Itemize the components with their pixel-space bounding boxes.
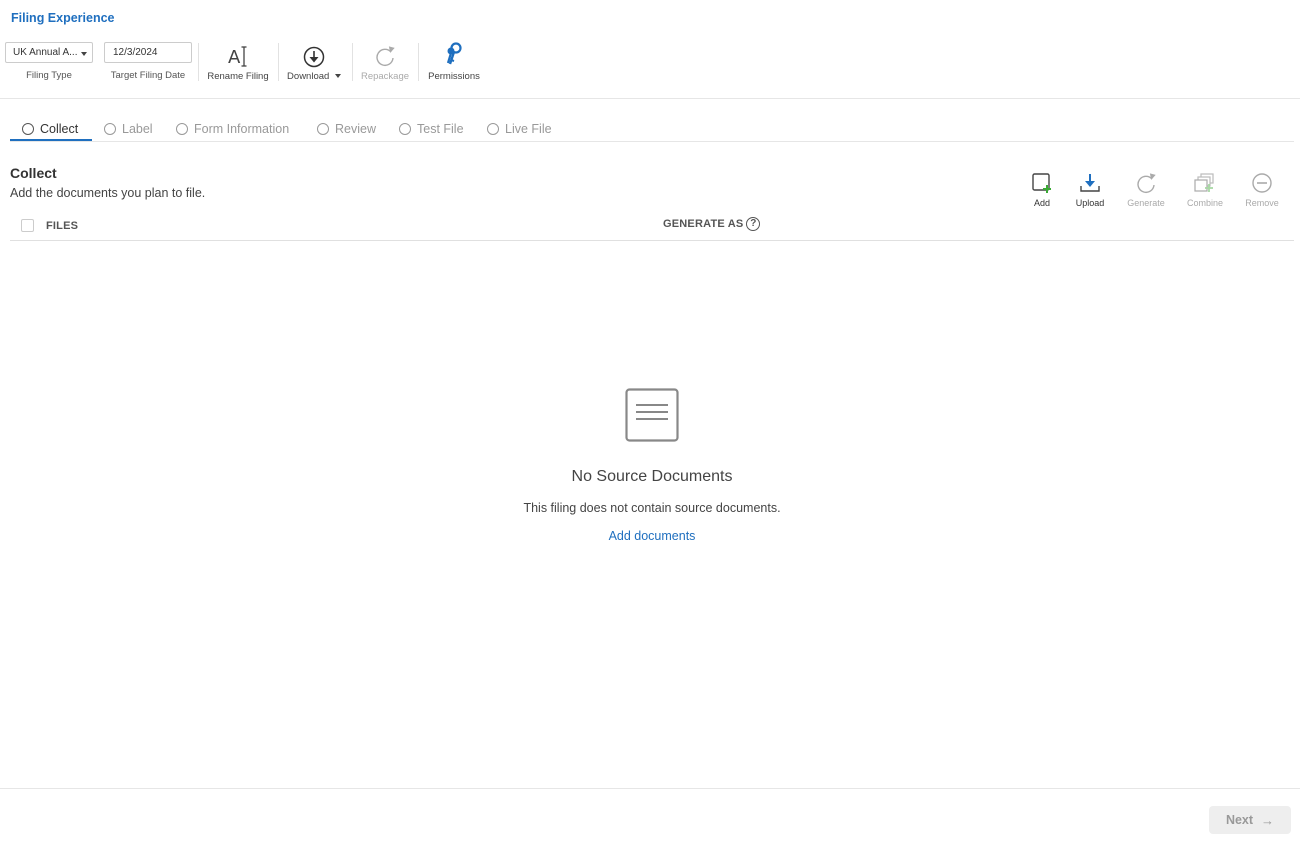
files-table-header: FILES GENERATE AS ? [10, 213, 1294, 241]
add-label: Add [1033, 198, 1050, 208]
section-description: Add the documents you plan to file. [10, 186, 206, 200]
toolbar-divider [418, 43, 419, 81]
tabs-divider [10, 141, 1294, 142]
empty-state: No Source Documents This filing does not… [452, 388, 852, 545]
permissions-label: Permissions [428, 71, 480, 82]
next-button[interactable]: Next → [1209, 806, 1291, 834]
add-button[interactable]: Add [1017, 170, 1067, 208]
target-date-value: 12/3/2024 [113, 47, 158, 58]
tab-live-file[interactable]: Live File [487, 122, 552, 136]
empty-state-description: This filing does not contain source docu… [523, 501, 781, 515]
radio-icon [22, 123, 34, 135]
remove-label: Remove [1245, 198, 1279, 208]
remove-circle-icon [1252, 173, 1272, 193]
radio-icon [176, 123, 188, 135]
repackage-label: Repackage [360, 71, 410, 82]
radio-icon [104, 123, 116, 135]
tab-label-label: Label [122, 122, 153, 136]
filing-type-caption: Filing Type [26, 70, 72, 81]
rename-filing-button[interactable]: A Rename Filing [207, 40, 269, 82]
tab-review-label: Review [335, 122, 376, 136]
add-document-icon [1032, 173, 1051, 193]
add-documents-link[interactable]: Add documents [609, 529, 696, 543]
section-title: Collect [10, 165, 57, 181]
target-date-group: 12/3/2024 Target Filing Date [104, 42, 192, 81]
chevron-down-icon [81, 52, 87, 56]
svg-text:A: A [228, 47, 241, 68]
rename-filing-label: Rename Filing [207, 71, 269, 82]
tab-form-information[interactable]: Form Information [176, 122, 289, 136]
tab-test-file-label: Test File [417, 122, 464, 136]
help-icon[interactable]: ? [746, 217, 761, 231]
radio-icon [317, 123, 329, 135]
toolbar-divider [278, 43, 279, 81]
upload-button[interactable]: Upload [1065, 170, 1115, 208]
rename-text-icon: A [228, 46, 247, 68]
tab-label[interactable]: Label [104, 122, 153, 136]
tab-test-file[interactable]: Test File [399, 122, 464, 136]
download-label: Download [287, 71, 330, 82]
filing-type-value: UK Annual A... [13, 47, 78, 58]
generate-label: Generate [1127, 198, 1165, 208]
download-circle-icon [303, 46, 325, 68]
filing-type-group: UK Annual A... Filing Type [5, 42, 93, 81]
upload-icon [1080, 174, 1100, 192]
header-divider [0, 98, 1300, 99]
footer-divider [0, 788, 1300, 789]
next-label: Next [1225, 813, 1254, 827]
generate-as-label: GENERATE AS [663, 218, 744, 230]
generate-as-column-header: GENERATE AS ? [663, 217, 761, 231]
tab-form-information-label: Form Information [194, 122, 290, 136]
radio-icon [399, 123, 411, 135]
chevron-down-icon [334, 74, 341, 79]
empty-state-title: No Source Documents [571, 468, 733, 485]
generate-button[interactable]: Generate [1121, 170, 1171, 208]
refresh-icon [1137, 173, 1156, 194]
target-date-input[interactable]: 12/3/2024 [104, 42, 192, 63]
radio-icon [487, 123, 499, 135]
toolbar-divider [198, 43, 199, 81]
toolbar: UK Annual A... Filing Type 12/3/2024 Tar… [0, 40, 1300, 90]
tab-collect[interactable]: Collect [22, 122, 78, 136]
refresh-icon [376, 46, 395, 67]
remove-button[interactable]: Remove [1237, 170, 1287, 208]
permissions-button[interactable]: Permissions [426, 40, 482, 82]
upload-label: Upload [1075, 198, 1105, 208]
download-button[interactable]: Download [284, 40, 344, 82]
filing-type-select[interactable]: UK Annual A... [5, 42, 93, 63]
tab-live-file-label: Live File [505, 122, 552, 136]
combine-documents-icon [1194, 173, 1214, 192]
tab-collect-label: Collect [40, 122, 79, 136]
document-icon [625, 388, 679, 442]
tab-review[interactable]: Review [317, 122, 376, 136]
combine-button[interactable]: Combine [1180, 170, 1230, 208]
combine-label: Combine [1186, 198, 1224, 208]
step-tabs: Collect Label Form Information Review Te… [10, 118, 1294, 142]
toolbar-divider [352, 43, 353, 81]
app-title: Filing Experience [11, 11, 115, 25]
select-all-checkbox[interactable] [21, 219, 34, 232]
files-column-header: FILES [46, 220, 79, 232]
arrow-right-icon: → [1261, 812, 1275, 828]
repackage-button[interactable]: Repackage [358, 40, 412, 82]
keys-icon [446, 42, 462, 65]
target-date-caption: Target Filing Date [110, 70, 186, 81]
